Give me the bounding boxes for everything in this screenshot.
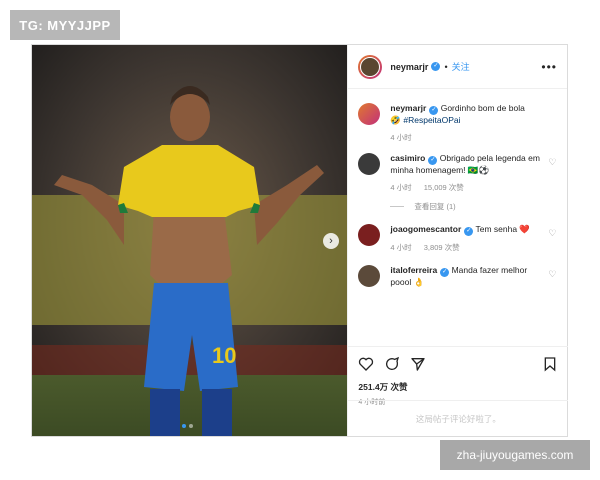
post-header: neymarjr ✓ • 关注 ••• <box>348 45 567 89</box>
share-send-icon[interactable] <box>410 356 426 372</box>
comment-like-heart-icon[interactable]: ♡ <box>548 228 556 239</box>
post-sidebar: neymarjr ✓ • 关注 ••• neymarjr ✓ Gordinho b… <box>347 45 569 436</box>
watermark-top-left: TG: MYYJJPP <box>10 10 120 40</box>
caption: neymarjr ✓ Gordinho bom de bola 🤣 #Respei… <box>348 103 568 143</box>
post-photo[interactable]: 10 › <box>32 45 348 436</box>
comment-text: Tem senha ❤️ <box>475 224 531 234</box>
comment-item: italoferreira ✓ Manda fazer melhor poool … <box>348 265 568 288</box>
more-options-icon[interactable]: ••• <box>541 60 557 74</box>
caption-hashtag[interactable]: #RespeitaOPai <box>403 115 460 125</box>
header-separator: • <box>444 61 448 72</box>
watermark-bottom-right: zha-jiuyougames.com <box>440 440 590 470</box>
comment-item: casimiro ✓ Obrigado pela legenda em minha… <box>348 153 568 193</box>
comment-bubble-icon[interactable] <box>384 356 400 372</box>
comments-list: neymarjr ✓ Gordinho bom de bola 🤣 #Respei… <box>348 93 568 343</box>
replies-divider <box>390 206 405 207</box>
comment-time: 4 小时 <box>390 243 412 252</box>
verified-badge-icon: ✓ <box>431 62 441 71</box>
comment-likes[interactable]: 3,809 次赞 <box>424 243 460 252</box>
comment-avatar[interactable] <box>358 153 381 175</box>
view-replies-link[interactable]: 查看回复 (1) <box>390 201 568 212</box>
carousel-dot-2 <box>189 424 193 428</box>
comment-time: 4 小时 <box>390 183 412 192</box>
like-heart-icon[interactable] <box>358 356 374 372</box>
comment-username[interactable]: italoferreira <box>390 265 437 275</box>
comment-like-heart-icon[interactable]: ♡ <box>548 157 556 168</box>
comment-like-heart-icon[interactable]: ♡ <box>548 269 556 280</box>
verified-badge-icon: ✓ <box>428 156 438 165</box>
screenshot-page: TG: MYYJJPP 10 › neymarjr ✓ • 关注 ••• ney… <box>0 0 600 480</box>
comment-username[interactable]: joaogomescantor <box>390 224 461 234</box>
author-avatar[interactable] <box>358 54 383 79</box>
caption-emoji: 🤣 <box>390 115 401 125</box>
comment-likes[interactable]: 15,009 次赞 <box>424 183 464 192</box>
verified-badge-icon: ✓ <box>429 106 439 115</box>
instagram-post: 10 › neymarjr ✓ • 关注 ••• neymarjr ✓ Gord… <box>31 44 569 437</box>
caption-avatar[interactable] <box>358 103 381 125</box>
svg-text:10: 10 <box>212 343 236 368</box>
comment-meta: 4 小时 3,809 次赞 <box>390 242 540 253</box>
comment-avatar[interactable] <box>358 265 381 287</box>
caption-time: 4 小时 <box>390 133 412 142</box>
comment-item: joaogomescantor ✓ Tem senha ❤️ 4 小时 3,809… <box>348 224 568 253</box>
comment-username[interactable]: casimiro <box>390 153 425 163</box>
view-replies-label: 查看回复 (1) <box>414 202 456 211</box>
action-icons <box>358 355 558 373</box>
verified-badge-icon: ✓ <box>440 268 450 277</box>
photo-illustration: 10 <box>32 45 348 436</box>
likes-count[interactable]: 251.4万 次赞 <box>358 381 558 393</box>
carousel-dots <box>182 424 193 428</box>
author-username[interactable]: neymarjr <box>390 62 428 72</box>
carousel-dot-1 <box>182 424 186 428</box>
comment-avatar[interactable] <box>358 224 381 246</box>
follow-button[interactable]: 关注 <box>452 60 470 73</box>
carousel-next-button[interactable]: › <box>323 233 339 249</box>
bookmark-icon[interactable] <box>542 356 558 372</box>
verified-badge-icon: ✓ <box>464 227 474 236</box>
comment-meta: 4 小时 15,009 次赞 <box>390 182 540 193</box>
comments-disabled-notice: 这局帖子评论好啦了。 <box>348 400 569 436</box>
caption-text: Gordinho bom de bola <box>440 103 525 113</box>
caption-username[interactable]: neymarjr <box>390 103 426 113</box>
post-actions: 251.4万 次赞 4 小时前 <box>348 346 569 407</box>
